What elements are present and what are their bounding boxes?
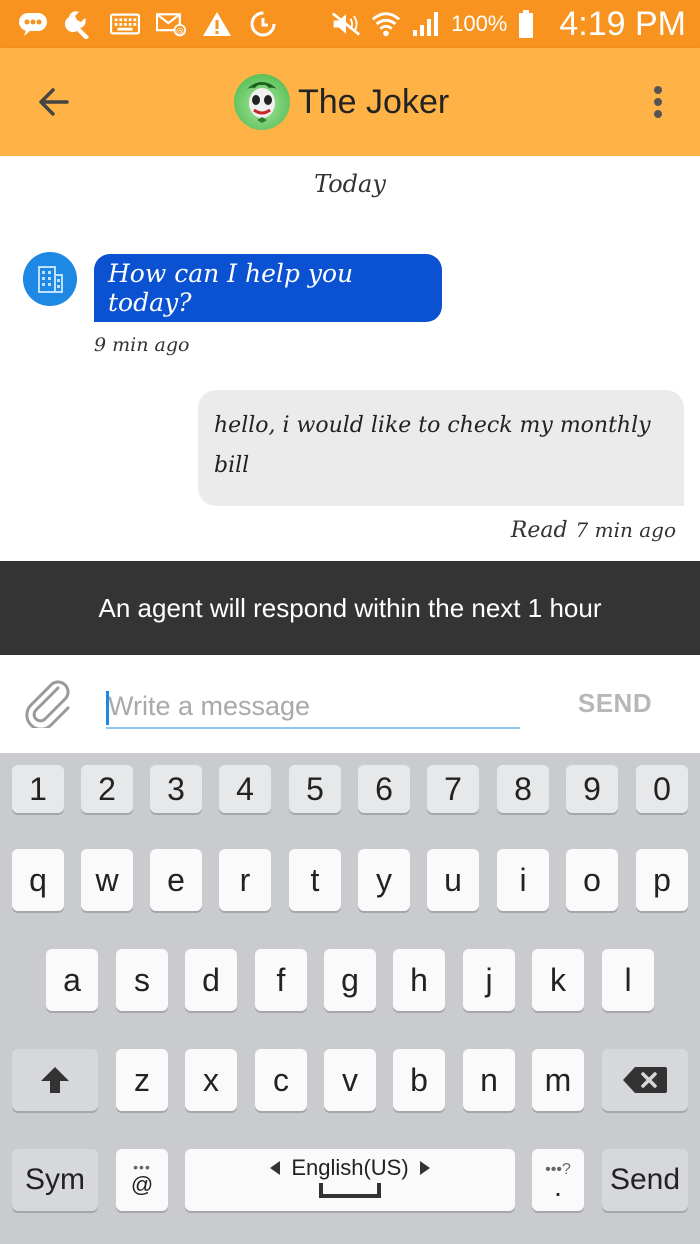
period-key-label: . [554,1171,562,1202]
text-cursor [106,691,109,725]
wifi-icon [371,9,401,39]
language-label: English(US) [291,1155,409,1180]
battery-icon [517,9,535,39]
building-icon [38,266,63,293]
wrench-icon [64,9,94,39]
arrow-left-icon [39,88,69,116]
shift-key[interactable] [12,1049,98,1111]
battery-percent: 100% [451,11,508,36]
spacebar[interactable]: English(US) [185,1149,515,1211]
key-3[interactable]: 3 [150,765,202,813]
triangle-right-icon [419,1161,430,1175]
triangle-left-icon [270,1161,281,1175]
key-u[interactable]: u [427,849,479,911]
message-input[interactable] [106,685,520,729]
key-c[interactable]: c [255,1049,307,1111]
date-divider: Today [314,170,386,198]
key-m[interactable]: m [532,1049,584,1111]
send-button[interactable]: SEND [562,683,668,723]
key-f[interactable]: f [255,949,307,1011]
shift-icon [41,1067,69,1093]
key-r[interactable]: r [219,849,271,911]
key-4[interactable]: 4 [219,765,271,813]
keyboard-icon [110,9,140,39]
key-k[interactable]: k [532,949,584,1011]
key-j[interactable]: j [463,949,515,1011]
conversation-header[interactable]: The Joker [234,74,449,130]
keyboard-send-key[interactable]: Send [602,1149,688,1211]
at-key[interactable]: ••• @ [116,1149,168,1211]
key-9[interactable]: 9 [566,765,618,813]
page-title: The Joker [298,82,450,121]
period-key[interactable]: •••? . [532,1149,584,1211]
backspace-key[interactable] [602,1049,688,1111]
message-list[interactable]: Today How can I help you today? 9 min ag… [0,156,700,560]
key-q[interactable]: q [12,849,64,911]
backspace-icon [623,1067,667,1093]
message-timestamp: 7 min ago [575,518,676,542]
key-0[interactable]: 0 [636,765,688,813]
agent-avatar [23,252,77,306]
paperclip-icon [25,680,70,728]
more-vertical-icon [654,86,662,94]
status-bar: @ 100% 4:19 PM [0,0,700,48]
key-1[interactable]: 1 [12,765,64,813]
key-e[interactable]: e [150,849,202,911]
onscreen-keyboard: 1 2 3 4 5 6 7 8 9 0 q w e r t y u i o p … [0,753,700,1244]
back-button[interactable] [26,78,82,126]
key-b[interactable]: b [393,1049,445,1111]
read-receipt: Read [510,518,568,543]
more-vertical-icon-dot [654,110,662,118]
response-time-banner: An agent will respond within the next 1 … [0,561,700,655]
key-v[interactable]: v [324,1049,376,1111]
key-n[interactable]: n [463,1049,515,1111]
warning-icon [202,9,232,39]
agent-message-bubble[interactable]: How can I help you today? [94,254,442,322]
key-7[interactable]: 7 [427,765,479,813]
app-bar: The Joker [0,48,700,156]
contact-avatar [234,74,290,130]
key-h[interactable]: h [393,949,445,1011]
key-d[interactable]: d [185,949,237,1011]
key-2[interactable]: 2 [81,765,133,813]
key-a[interactable]: a [46,949,98,1011]
key-g[interactable]: g [324,949,376,1011]
system-status: 100% 4:19 PM [331,5,686,44]
symbols-key[interactable]: Sym [12,1149,98,1211]
key-6[interactable]: 6 [358,765,410,813]
email-icon: @ [156,9,186,39]
signal-icon [411,9,441,39]
chat-screen: @ 100% 4:19 PM The Joker Today How can I… [0,0,700,1244]
key-5[interactable]: 5 [289,765,341,813]
key-t[interactable]: t [289,849,341,911]
user-message-bubble[interactable]: hello, i would like to check my monthly … [198,390,684,506]
messenger-icon [18,9,48,39]
key-8[interactable]: 8 [497,765,549,813]
sync-icon [248,9,278,39]
language-switch: English(US) [269,1155,430,1181]
notification-icons: @ [18,9,278,39]
mute-icon [331,9,361,39]
key-z[interactable]: z [116,1049,168,1111]
key-y[interactable]: y [358,849,410,911]
key-l[interactable]: l [602,949,654,1011]
message-composer: SEND [0,655,700,753]
svg-text:@: @ [176,27,184,36]
message-status: Read 7 min ago [511,518,676,543]
key-x[interactable]: x [185,1049,237,1111]
space-icon [319,1183,381,1198]
key-i[interactable]: i [497,849,549,911]
key-w[interactable]: w [81,849,133,911]
at-key-hint: ••• [133,1159,151,1175]
at-key-label: @ [130,1172,154,1197]
message-timestamp: 9 min ago [94,334,190,356]
attach-button[interactable] [22,677,76,731]
key-o[interactable]: o [566,849,618,911]
clock: 4:19 PM [559,4,686,43]
more-vertical-icon-dot [654,98,662,106]
more-options-button[interactable] [646,82,670,122]
key-s[interactable]: s [116,949,168,1011]
key-p[interactable]: p [636,849,688,911]
